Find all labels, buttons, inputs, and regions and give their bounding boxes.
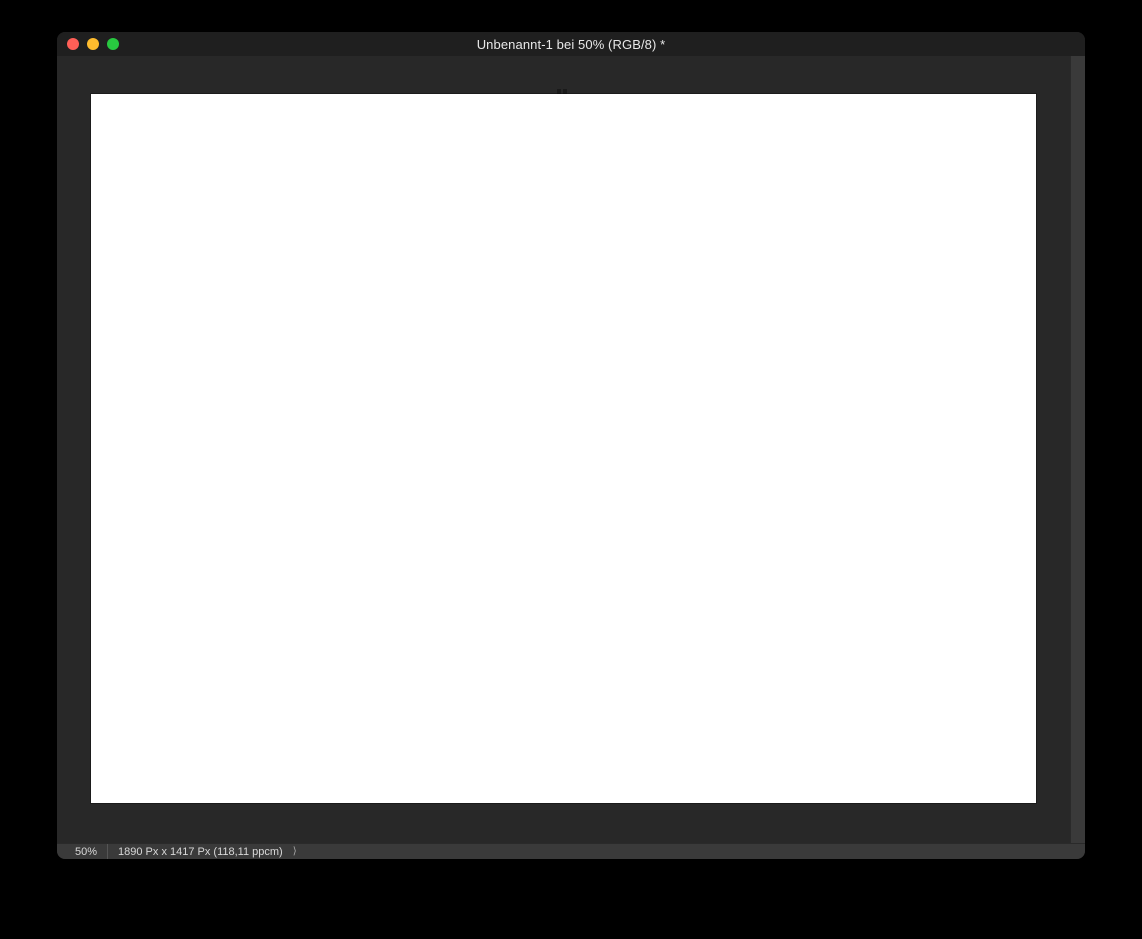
close-icon[interactable]	[67, 38, 79, 50]
document-dimensions[interactable]: 1890 Px x 1417 Px (118,11 ppcm) ⟩	[108, 844, 307, 859]
maximize-icon[interactable]	[107, 38, 119, 50]
workspace	[57, 56, 1085, 843]
vertical-scrollbar[interactable]	[1070, 56, 1085, 843]
statusbar: 50% 1890 Px x 1417 Px (118,11 ppcm) ⟩	[57, 843, 1085, 859]
zoom-level[interactable]: 50%	[57, 844, 108, 859]
canvas[interactable]	[91, 94, 1036, 803]
titlebar[interactable]: Unbenannt-1 bei 50% (RGB/8) *	[57, 32, 1085, 56]
chevron-right-icon[interactable]: ⟩	[289, 846, 297, 857]
traffic-lights	[57, 38, 119, 50]
window-title: Unbenannt-1 bei 50% (RGB/8) *	[57, 37, 1085, 52]
document-window: Unbenannt-1 bei 50% (RGB/8) * 50% 1890 P…	[57, 32, 1085, 859]
dimensions-text: 1890 Px x 1417 Px (118,11 ppcm)	[118, 846, 283, 858]
minimize-icon[interactable]	[87, 38, 99, 50]
canvas-area[interactable]	[57, 56, 1070, 843]
